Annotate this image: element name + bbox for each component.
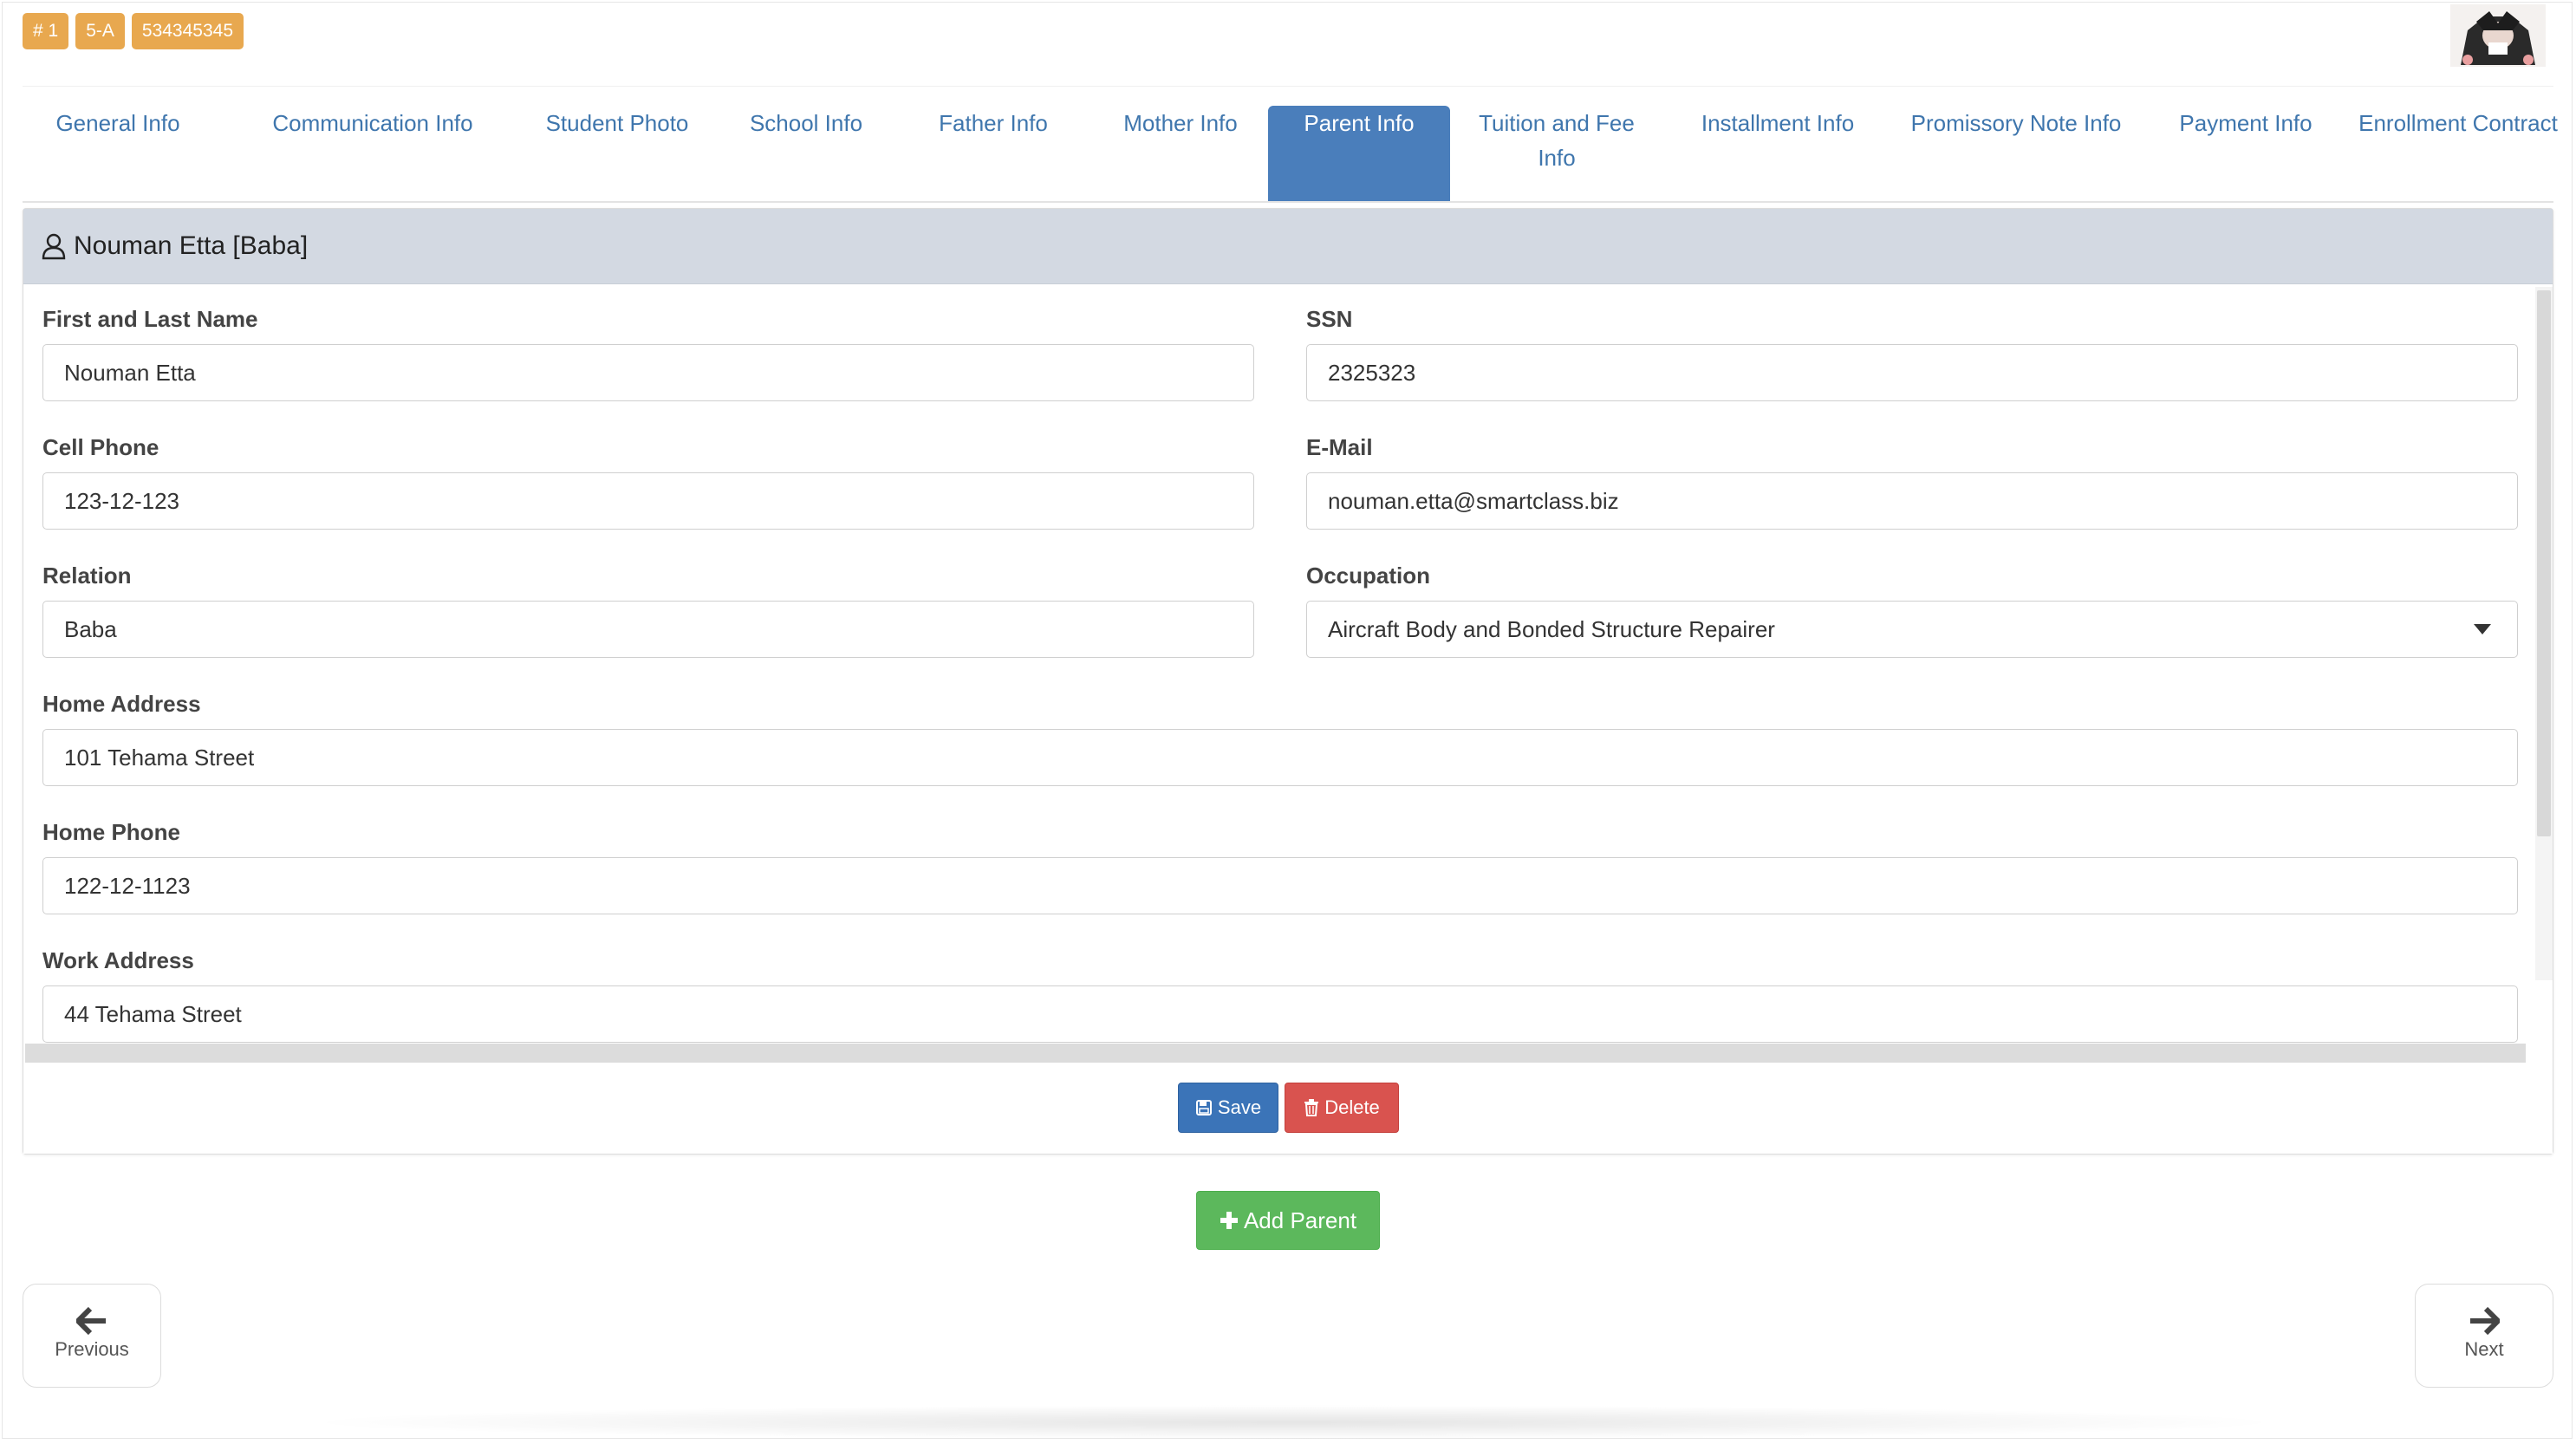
save-label: Save — [1217, 1096, 1262, 1118]
label-work-address: Work Address — [42, 947, 194, 973]
input-relation[interactable]: Baba — [42, 601, 1254, 658]
tab-payment-info[interactable]: Payment Info — [2142, 106, 2350, 140]
tab-enrollment-contract[interactable]: Enrollment Contract — [2328, 106, 2576, 140]
caret-down-icon — [2474, 624, 2491, 634]
arrow-right-icon — [2470, 1307, 2500, 1335]
tab-student-photo[interactable]: Student Photo — [513, 106, 721, 140]
badge-class: 5-A — [75, 13, 125, 49]
parent-form: First and Last Name Nouman Etta SSN 2325… — [23, 283, 2533, 1063]
input-ssn[interactable]: 2325323 — [1306, 344, 2518, 401]
avatar[interactable] — [2450, 4, 2546, 67]
user-icon — [42, 233, 66, 260]
floppy-disk-icon — [1195, 1100, 1212, 1116]
tab-bar: General Info Communication Info Student … — [23, 86, 2558, 203]
next-label: Next — [2464, 1338, 2504, 1360]
tab-general-info[interactable]: General Info — [40, 106, 196, 140]
tab-mother-info[interactable]: Mother Info — [1094, 106, 1267, 140]
label-home-phone: Home Phone — [42, 819, 180, 845]
input-cell-phone[interactable]: 123-12-123 — [42, 472, 1254, 530]
vertical-scrollbar-thumb[interactable] — [2537, 290, 2551, 836]
horizontal-scrollbar[interactable] — [25, 1044, 2526, 1063]
input-email[interactable]: nouman.etta@smartclass.biz — [1306, 472, 2518, 530]
label-email: E-Mail — [1306, 434, 1373, 460]
tab-promissory-note-info[interactable]: Promissory Note Info — [1895, 106, 2137, 140]
next-button[interactable]: Next — [2415, 1284, 2553, 1388]
page-frame: # 1 5-A 534345345 General Info Communica… — [2, 2, 2573, 1440]
add-parent-button[interactable]: Add Parent — [1196, 1191, 1380, 1250]
delete-label: Delete — [1324, 1096, 1380, 1118]
input-home-phone[interactable]: 122-12-1123 — [42, 857, 2518, 914]
tab-installment-info[interactable]: Installment Info — [1669, 106, 1886, 140]
label-ssn: SSN — [1306, 306, 1353, 332]
label-relation: Relation — [42, 563, 132, 589]
tab-communication-info[interactable]: Communication Info — [243, 106, 503, 140]
tab-parent-info[interactable]: Parent Info — [1268, 106, 1450, 201]
select-occupation-value: Aircraft Body and Bonded Structure Repai… — [1328, 616, 1775, 642]
arrow-left-icon — [76, 1307, 106, 1335]
panel-footer: Save Delete — [23, 1063, 2553, 1154]
save-button[interactable]: Save — [1178, 1083, 1278, 1133]
select-occupation[interactable]: Aircraft Body and Bonded Structure Repai… — [1306, 601, 2518, 658]
tab-school-info[interactable]: School Info — [719, 106, 893, 140]
trash-icon — [1304, 1099, 1319, 1116]
label-home-address: Home Address — [42, 691, 201, 717]
input-home-address[interactable]: 101 Tehama Street — [42, 729, 2518, 786]
previous-button[interactable]: Previous — [23, 1284, 161, 1388]
label-first-last-name: First and Last Name — [42, 306, 258, 332]
student-badges: # 1 5-A 534345345 — [23, 13, 244, 49]
badge-id: 534345345 — [131, 13, 244, 49]
panel-title: Nouman Etta [Baba] — [74, 231, 309, 260]
label-occupation: Occupation — [1306, 563, 1431, 589]
label-cell-phone: Cell Phone — [42, 434, 159, 460]
plus-icon — [1220, 1212, 1238, 1229]
badge-number: # 1 — [23, 13, 69, 49]
vertical-scrollbar[interactable] — [2535, 287, 2553, 980]
tab-tuition-fee-info[interactable]: Tuition and Fee Info — [1461, 106, 1652, 175]
parent-panel: Nouman Etta [Baba] First and Last Name N… — [23, 208, 2553, 1155]
previous-label: Previous — [55, 1338, 129, 1360]
panel-header: Nouman Etta [Baba] — [23, 209, 2553, 284]
input-work-address[interactable]: 44 Tehama Street — [42, 985, 2518, 1043]
avatar-image-icon — [2450, 4, 2546, 67]
add-parent-label: Add Parent — [1243, 1207, 1357, 1233]
delete-button[interactable]: Delete — [1285, 1083, 1399, 1133]
tab-father-info[interactable]: Father Info — [907, 106, 1080, 140]
bottom-shadow — [297, 1405, 2291, 1440]
input-first-last-name[interactable]: Nouman Etta — [42, 344, 1254, 401]
